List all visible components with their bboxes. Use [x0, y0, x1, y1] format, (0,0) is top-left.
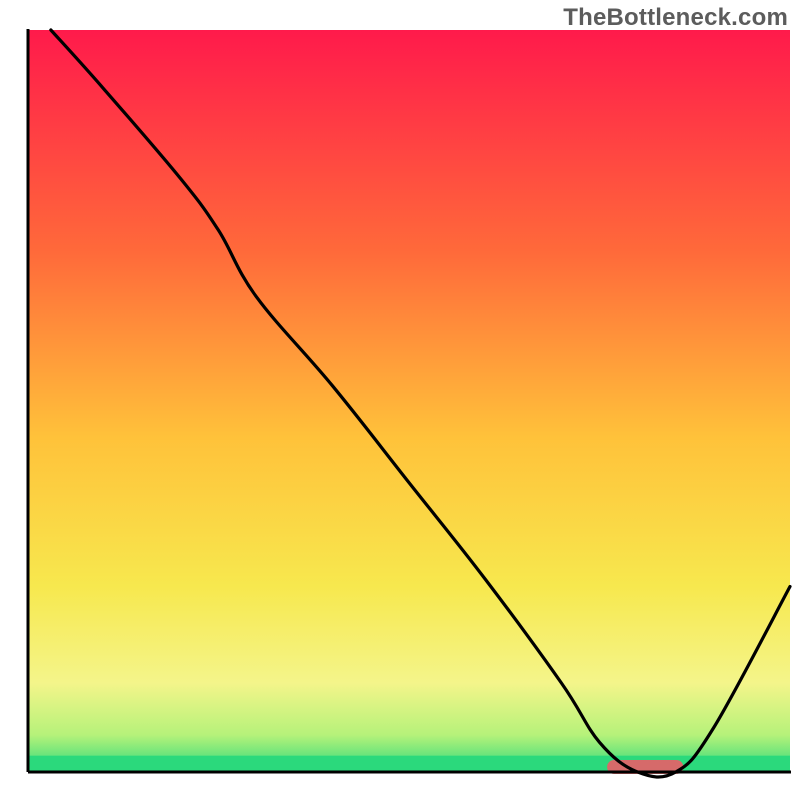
- gradient-background: [28, 30, 790, 772]
- bottleneck-chart: [0, 0, 800, 800]
- chart-container: TheBottleneck.com: [0, 0, 800, 800]
